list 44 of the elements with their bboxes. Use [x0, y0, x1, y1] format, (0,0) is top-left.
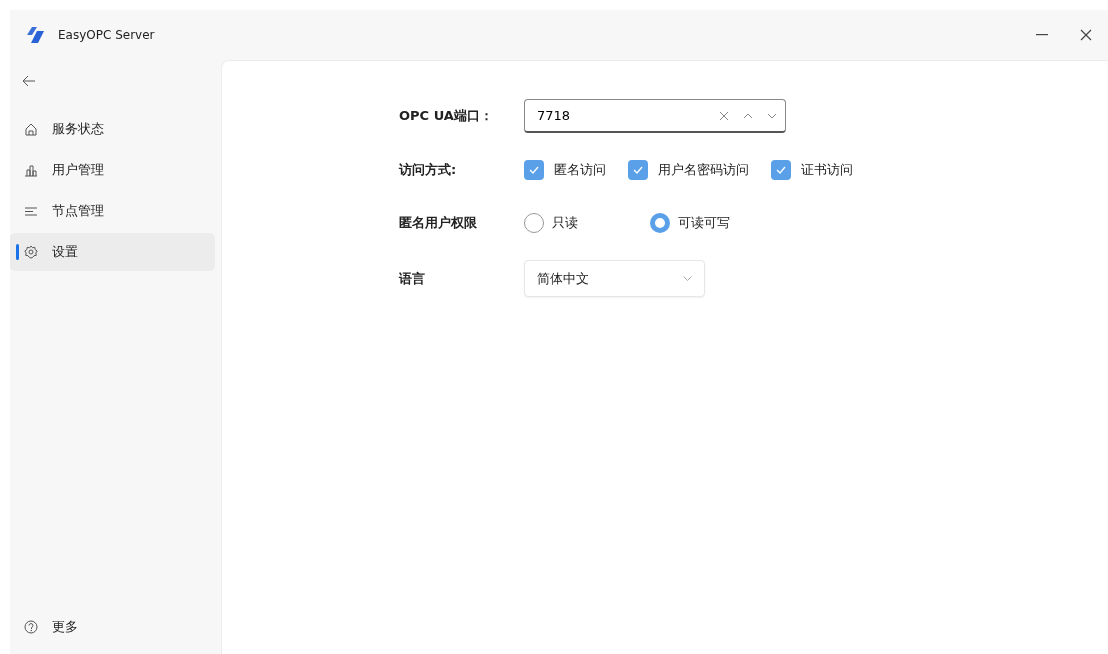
decrement-icon[interactable]	[767, 112, 777, 119]
checkbox-label: 证书访问	[801, 161, 853, 180]
radio-label: 只读	[552, 214, 578, 233]
field-label: 访问方式:	[399, 161, 458, 180]
close-icon	[1080, 29, 1092, 41]
chevron-down-icon	[683, 276, 692, 281]
checkbox-label: 用户名密码访问	[658, 161, 749, 180]
sidebar-item-label: 节点管理	[52, 202, 104, 221]
list-icon	[24, 204, 38, 218]
field-label: OPC UA端口：	[399, 107, 494, 126]
sidebar-item-label: 用户管理	[52, 161, 104, 180]
sidebar-item[interactable]: 服务状态	[10, 110, 215, 148]
settings-icon	[24, 245, 38, 259]
sidebar-item-label: 服务状态	[52, 120, 104, 139]
checkmark-icon	[776, 166, 786, 174]
language-dropdown[interactable]: 简体中文	[524, 260, 705, 297]
radio-button[interactable]	[650, 213, 670, 233]
checkbox[interactable]	[771, 160, 791, 180]
checkmark-icon	[529, 166, 539, 174]
app-logo-icon	[26, 27, 46, 43]
sidebar-item[interactable]: 设置	[10, 233, 215, 271]
increment-icon[interactable]	[743, 112, 753, 119]
checkbox[interactable]	[628, 160, 648, 180]
radio-button[interactable]	[524, 213, 544, 233]
more-label: 更多	[52, 618, 78, 637]
more-item[interactable]: 更多	[10, 608, 215, 646]
field-label: 匿名用户权限	[399, 214, 478, 233]
clear-icon[interactable]	[719, 110, 729, 121]
selection-indicator	[16, 244, 19, 260]
help-icon	[24, 620, 38, 634]
checkmark-icon	[633, 166, 643, 174]
sidebar-item[interactable]: 用户管理	[10, 151, 215, 189]
chart-icon	[24, 163, 38, 177]
back-arrow-icon	[22, 74, 36, 88]
minimize-icon	[1036, 34, 1048, 36]
sidebar-item[interactable]: 节点管理	[10, 192, 215, 230]
checkbox[interactable]	[524, 160, 544, 180]
radio-label: 可读可写	[678, 214, 730, 233]
checkbox-label: 匿名访问	[554, 161, 606, 180]
field-label: 语言	[399, 269, 426, 288]
port-field[interactable]: 7718	[524, 99, 786, 133]
sidebar-item-label: 设置	[52, 243, 78, 262]
home-icon	[24, 122, 38, 136]
window-title: EasyOPC Server	[58, 27, 155, 44]
